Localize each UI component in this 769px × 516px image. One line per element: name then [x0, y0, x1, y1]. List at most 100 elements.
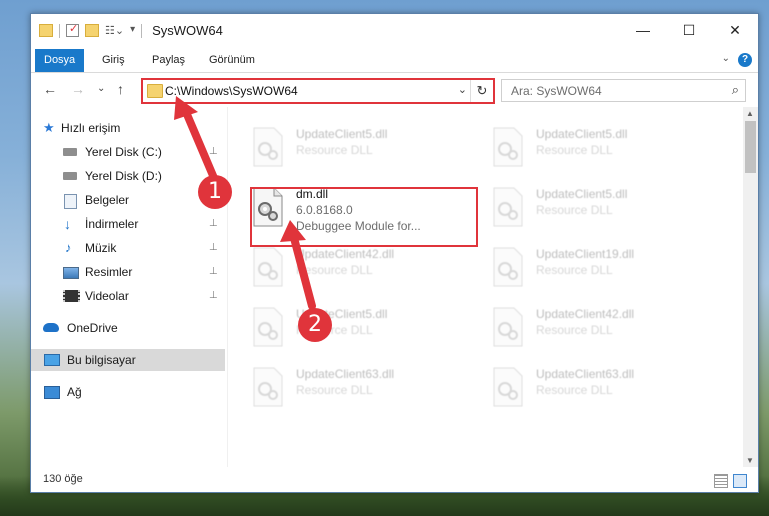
- sidebar-item-network[interactable]: Ağ: [31, 381, 225, 403]
- sidebar-item-label: Yerel Disk (C:): [85, 145, 162, 159]
- vertical-scrollbar[interactable]: ▲ ▼: [743, 107, 758, 467]
- chevron-down-icon[interactable]: ⌄: [458, 83, 467, 96]
- pin-icon[interactable]: ⊥: [209, 261, 218, 283]
- scrollbar-thumb[interactable]: [745, 121, 756, 173]
- computer-icon: [44, 354, 60, 366]
- toolbar-separator: [141, 23, 143, 38]
- tab-gorunum[interactable]: Görünüm: [209, 49, 255, 72]
- sidebar-item-label: Bu bilgisayar: [67, 353, 136, 367]
- sidebar-item-this-pc[interactable]: Bu bilgisayar: [31, 349, 225, 371]
- new-folder-icon[interactable]: [85, 24, 99, 37]
- dll-file-icon: [493, 247, 523, 287]
- title-bar: ✓ ☷⌄ ▾ SysWOW64 — ☐ ✕: [31, 14, 758, 49]
- search-icon[interactable]: ⌕: [732, 82, 739, 98]
- sidebar-item-label: Ağ: [67, 385, 82, 399]
- address-path[interactable]: C:\Windows\SysWOW64: [165, 84, 298, 98]
- file-list: UpdateClient5.dll Resource DLL UpdateClie…: [228, 107, 743, 467]
- help-icon[interactable]: ?: [738, 53, 752, 67]
- pin-icon[interactable]: ⊥: [209, 141, 218, 163]
- file-description: Resource DLL: [536, 263, 613, 277]
- network-icon: [44, 386, 60, 399]
- file-item[interactable]: UpdateClient42.dll Resource DLL: [246, 241, 456, 297]
- dll-file-icon: [253, 247, 283, 287]
- file-name: UpdateClient5.dll: [536, 187, 628, 201]
- drive-icon: [63, 172, 77, 180]
- back-button[interactable]: ←: [43, 81, 57, 97]
- recent-locations-button[interactable]: ⌄: [97, 83, 105, 94]
- step-1-badge: 1: [198, 175, 232, 209]
- window-title: SysWOW64: [152, 23, 223, 38]
- file-item[interactable]: UpdateClient63.dll Resource DLL: [246, 361, 456, 417]
- quick-access-toolbar: ✓ ☷⌄ ▾ SysWOW64: [39, 23, 223, 38]
- file-name: UpdateClient19.dll: [536, 247, 635, 261]
- sidebar-item-documents[interactable]: Belgeler ⊥: [31, 189, 225, 211]
- sidebar-item-label: Videolar: [85, 289, 129, 303]
- details-view-icon[interactable]: [714, 474, 728, 488]
- sidebar-item-label: OneDrive: [67, 321, 118, 335]
- sidebar-item-pictures[interactable]: Resimler ⊥: [31, 261, 225, 283]
- cloud-icon: [43, 323, 59, 332]
- up-button[interactable]: ↑: [117, 81, 124, 97]
- address-bar[interactable]: C:\Windows\SysWOW64 ⌄ ↻: [141, 78, 495, 104]
- file-name: UpdateClient63.dll: [536, 367, 635, 381]
- ribbon-tabs: Dosya Giriş Paylaş Görünüm ⌄ ?: [31, 49, 758, 73]
- file-description: Resource DLL: [536, 383, 613, 397]
- dll-file-icon: [493, 127, 523, 167]
- file-item[interactable]: UpdateClient5.dll Resource DLL: [246, 301, 456, 357]
- dll-file-icon: [493, 367, 523, 407]
- forward-button[interactable]: →: [71, 81, 85, 97]
- sidebar-item-disk-d[interactable]: Yerel Disk (D:) ⊥: [31, 165, 225, 187]
- search-input[interactable]: Ara: SysWOW64 ⌕: [501, 79, 746, 102]
- sidebar-item-label: İndirmeler: [85, 217, 139, 231]
- properties-check-icon[interactable]: ✓: [66, 23, 79, 37]
- minimize-button[interactable]: —: [620, 14, 666, 46]
- file-item[interactable]: UpdateClient5.dll Resource DLL: [246, 121, 456, 177]
- step-2-badge: 2: [298, 308, 332, 342]
- sidebar-item-label: Resimler: [85, 265, 133, 279]
- dll-file-icon: [253, 367, 283, 407]
- close-button[interactable]: ✕: [712, 14, 758, 46]
- file-item[interactable]: UpdateClient19.dll Resource DLL: [486, 241, 696, 297]
- item-count: 130 öğe: [43, 473, 83, 485]
- sidebar-item-onedrive[interactable]: OneDrive: [31, 317, 225, 339]
- scroll-down-arrow-icon[interactable]: ▼: [746, 456, 754, 465]
- navigation-pane: ★ Hızlı erişim Yerel Disk (C:) ⊥ Yerel D…: [31, 107, 227, 467]
- large-icons-view-icon[interactable]: [733, 474, 747, 488]
- tab-paylas[interactable]: Paylaş: [152, 49, 185, 72]
- pin-icon[interactable]: ⊥: [209, 213, 218, 235]
- status-bar: 130 öğe: [31, 468, 758, 492]
- file-name: UpdateClient42.dll: [536, 307, 635, 321]
- scroll-up-arrow-icon[interactable]: ▲: [746, 109, 754, 118]
- sidebar-item-music[interactable]: ♪ Müzik ⊥: [31, 237, 225, 259]
- folder-icon: [39, 24, 53, 37]
- file-item[interactable]: UpdateClient63.dll Resource DLL: [486, 361, 696, 417]
- dropdown-icon[interactable]: ▾: [130, 24, 135, 38]
- tab-giris[interactable]: Giriş: [102, 49, 125, 72]
- sidebar-item-disk-c[interactable]: Yerel Disk (C:) ⊥: [31, 141, 225, 163]
- star-icon: ★: [43, 120, 55, 135]
- dll-file-icon: [493, 307, 523, 347]
- sidebar-item-videos[interactable]: Videolar ⊥: [31, 285, 225, 307]
- sidebar-item-quick-access[interactable]: ★ Hızlı erişim: [31, 117, 225, 139]
- maximize-button[interactable]: ☐: [666, 14, 712, 46]
- sidebar-item-label: Müzik: [85, 241, 117, 255]
- file-description: Resource DLL: [536, 143, 613, 157]
- file-description: Resource DLL: [296, 263, 373, 277]
- file-item[interactable]: UpdateClient5.dll Resource DLL: [486, 181, 696, 237]
- sidebar-item-downloads[interactable]: ↓ İndirmeler ⊥: [31, 213, 225, 235]
- customize-toolbar-icon[interactable]: ☷⌄: [105, 24, 124, 38]
- chevron-down-icon[interactable]: ⌄: [722, 53, 730, 64]
- file-explorer-window: ✓ ☷⌄ ▾ SysWOW64 — ☐ ✕ Dosya Giriş Paylaş…: [30, 13, 759, 493]
- pin-icon[interactable]: ⊥: [209, 285, 218, 307]
- dll-file-icon: [253, 307, 283, 347]
- file-item[interactable]: UpdateClient5.dll Resource DLL: [486, 121, 696, 177]
- documents-icon: [64, 194, 77, 209]
- file-item[interactable]: UpdateClient42.dll Resource DLL: [486, 301, 696, 357]
- pin-icon[interactable]: ⊥: [209, 237, 218, 259]
- file-name: UpdateClient42.dll: [296, 247, 395, 261]
- tab-dosya[interactable]: Dosya: [35, 49, 85, 72]
- refresh-button[interactable]: ↻: [470, 80, 493, 102]
- videos-icon: [63, 290, 80, 302]
- sidebar-item-label: Hızlı erişim: [61, 121, 121, 135]
- file-description: Resource DLL: [296, 143, 373, 157]
